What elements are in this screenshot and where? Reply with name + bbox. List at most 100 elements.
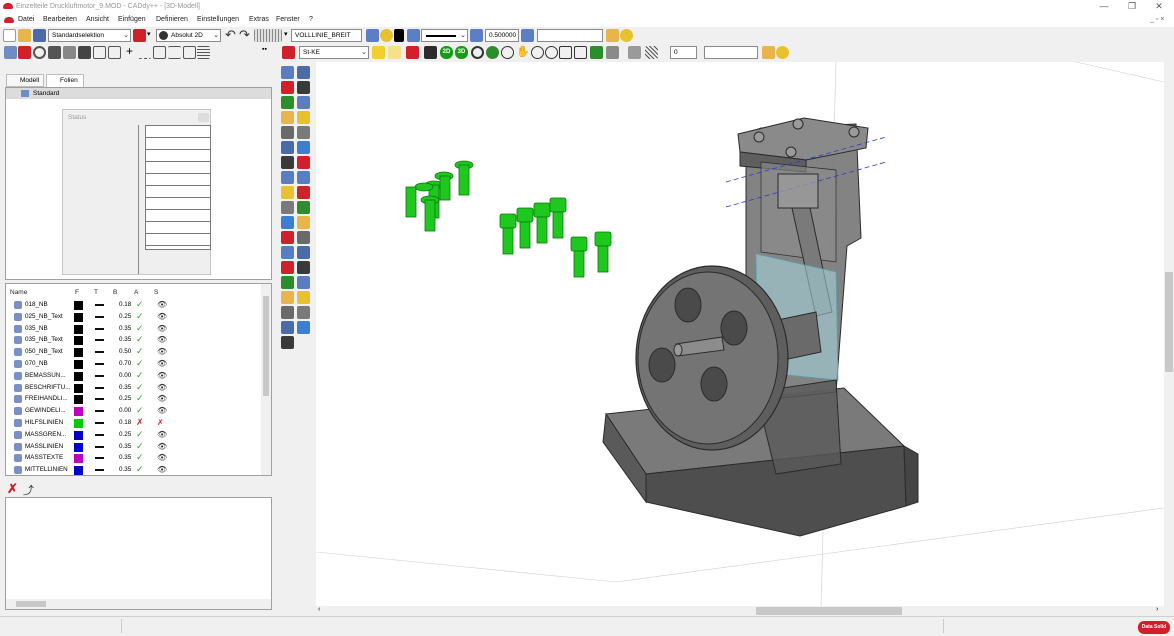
layer-linetype[interactable] bbox=[95, 469, 104, 472]
tool-icon[interactable] bbox=[297, 66, 310, 79]
layer-active-toggle[interactable]: ✓ bbox=[136, 334, 144, 345]
tool-icon[interactable] bbox=[297, 156, 310, 169]
layer-combo-select[interactable]: St-KE ⌄ bbox=[299, 46, 369, 59]
panel-pin-icon[interactable]: ▪▪ bbox=[262, 46, 267, 53]
layer-visibility-toggle[interactable]: 👁 bbox=[157, 300, 167, 309]
scroll-left-icon[interactable]: ‹ bbox=[318, 606, 320, 613]
col-header-a[interactable]: A bbox=[134, 289, 138, 296]
tool-icon[interactable] bbox=[297, 186, 310, 199]
layer-linetype[interactable] bbox=[95, 445, 104, 448]
layer-visibility-toggle[interactable]: 👁 bbox=[157, 335, 167, 344]
col-header-f[interactable]: F bbox=[75, 289, 79, 296]
layer-visibility-toggle[interactable]: 👁 bbox=[157, 406, 167, 415]
zoom-all-icon[interactable] bbox=[559, 46, 572, 59]
tool-icon[interactable] bbox=[297, 291, 310, 304]
new-file-icon[interactable] bbox=[3, 29, 16, 42]
layer-width[interactable]: 0.35 bbox=[119, 336, 131, 343]
tool-icon[interactable] bbox=[297, 306, 310, 319]
layer-width[interactable]: 0.18 bbox=[119, 301, 131, 308]
scrollbar-thumb[interactable] bbox=[1165, 272, 1173, 372]
layer-linetype[interactable] bbox=[95, 374, 104, 377]
menu-datei[interactable]: Datei bbox=[18, 16, 34, 23]
pan-hand-icon[interactable]: ✋ bbox=[516, 46, 530, 59]
scrollbar-thumb[interactable] bbox=[263, 296, 269, 396]
layer-width[interactable]: 0.35 bbox=[119, 384, 131, 391]
info-icon[interactable] bbox=[281, 216, 294, 229]
layer-active-toggle[interactable]: ✓ bbox=[136, 358, 144, 369]
folder-icon[interactable] bbox=[606, 29, 619, 42]
layer-visibility-toggle[interactable]: 👁 bbox=[157, 324, 167, 333]
table-row[interactable]: BESCHRIFTU... 0.35 ✓ 👁 bbox=[6, 382, 264, 394]
layer-linetype[interactable] bbox=[95, 351, 104, 354]
tab-modell[interactable]: Modell bbox=[6, 74, 44, 87]
menu-fenster[interactable]: Fenster bbox=[276, 16, 300, 23]
layer-active-toggle[interactable]: ✓ bbox=[136, 452, 144, 463]
child-window-controls[interactable]: _ ▫ × bbox=[1150, 16, 1164, 23]
menu-einfuegen[interactable]: Einfügen bbox=[118, 16, 146, 23]
col-header-s[interactable]: S bbox=[154, 289, 158, 296]
tool-icon[interactable] bbox=[297, 231, 310, 244]
zoom-in-icon[interactable] bbox=[531, 46, 544, 59]
layer-linetype[interactable] bbox=[95, 410, 104, 413]
eraser-icon[interactable] bbox=[281, 231, 294, 244]
layer-linetype[interactable] bbox=[95, 457, 104, 460]
scroll-right-icon[interactable]: › bbox=[1156, 606, 1158, 613]
layer-visibility-toggle[interactable]: 👁 bbox=[157, 312, 167, 321]
layer-linetype[interactable] bbox=[95, 304, 104, 306]
layer-color-swatch[interactable] bbox=[74, 336, 83, 346]
layer-color-swatch[interactable] bbox=[74, 383, 83, 393]
undo-icon[interactable]: ↶ bbox=[225, 28, 238, 42]
table-row[interactable]: MASSTEXTE 0.35 ✓ 👁 bbox=[6, 452, 264, 464]
layer-linetype[interactable] bbox=[95, 339, 104, 342]
table-row[interactable]: MASSLINIEN 0.35 ✓ 👁 bbox=[6, 441, 264, 453]
output-panel-hscroll[interactable] bbox=[6, 599, 271, 609]
layer-active-toggle[interactable]: ✓ bbox=[136, 382, 144, 393]
section-icon[interactable] bbox=[590, 46, 603, 59]
layer-color-swatch[interactable] bbox=[74, 442, 83, 452]
table-row[interactable]: MITTELLINIEN 0.35 ✓ 👁 bbox=[6, 464, 264, 475]
layer-color-swatch[interactable] bbox=[74, 407, 83, 417]
tool-icon[interactable] bbox=[297, 126, 310, 139]
grid-tool-icon[interactable] bbox=[281, 336, 294, 349]
layer-width[interactable]: 0.70 bbox=[119, 360, 131, 367]
line-set-icon[interactable] bbox=[168, 46, 181, 59]
snap-red-icon[interactable] bbox=[281, 261, 294, 274]
layer-linetype[interactable] bbox=[95, 422, 104, 424]
bulb-icon[interactable] bbox=[380, 29, 393, 42]
drawing-canvas[interactable] bbox=[316, 62, 1164, 606]
layer-visibility-toggle[interactable]: 👁 bbox=[157, 359, 167, 368]
select-filter-icon[interactable] bbox=[133, 29, 146, 42]
layer-color-swatch[interactable] bbox=[74, 430, 83, 440]
pencil-tool-icon[interactable] bbox=[281, 291, 294, 304]
layer-active-toggle[interactable]: ✓ bbox=[136, 441, 144, 452]
edit-3d-icon[interactable] bbox=[406, 46, 419, 59]
tab-folien[interactable]: Folien bbox=[46, 74, 84, 87]
layer-visibility-toggle[interactable]: 👁 bbox=[157, 394, 167, 403]
layer-width[interactable]: 0.35 bbox=[119, 466, 131, 473]
delete-icon[interactable]: ✗ bbox=[7, 481, 18, 497]
tool-icon[interactable] bbox=[297, 171, 310, 184]
zoom-window-icon[interactable] bbox=[501, 46, 514, 59]
layer-color-swatch[interactable] bbox=[74, 324, 83, 334]
table-row[interactable]: 070_NB 0.70 ✓ 👁 bbox=[6, 358, 264, 370]
layer-color-swatch[interactable] bbox=[74, 454, 83, 464]
col-header-b[interactable]: B bbox=[113, 289, 117, 296]
layer-color-swatch[interactable] bbox=[74, 301, 83, 310]
pointer-icon[interactable] bbox=[388, 46, 401, 59]
pencil-tool-icon[interactable] bbox=[281, 111, 294, 124]
layer-linetype[interactable] bbox=[95, 315, 104, 318]
table-row[interactable]: 018_NB 0.18 ✓ 👁 bbox=[6, 299, 264, 311]
value-input[interactable] bbox=[537, 29, 603, 42]
line-style-select[interactable]: ⌄ bbox=[421, 29, 468, 42]
pencil-icon[interactable] bbox=[48, 46, 61, 59]
status-panel-close-button[interactable] bbox=[198, 113, 209, 122]
layer-visibility-toggle[interactable]: 👁 bbox=[157, 383, 167, 392]
color-swatch-icon[interactable] bbox=[394, 29, 404, 42]
layer-width[interactable]: 0.00 bbox=[119, 372, 131, 379]
menu-einstellungen[interactable]: Einstellungen bbox=[197, 16, 239, 23]
select-arrow-icon[interactable] bbox=[281, 246, 294, 259]
open-folder-icon[interactable] bbox=[18, 29, 31, 42]
layer-visibility-toggle[interactable]: 👁 bbox=[157, 465, 167, 474]
table-row[interactable]: 035_NB 0.35 ✓ 👁 bbox=[6, 323, 264, 335]
cube-icon[interactable] bbox=[183, 46, 196, 59]
